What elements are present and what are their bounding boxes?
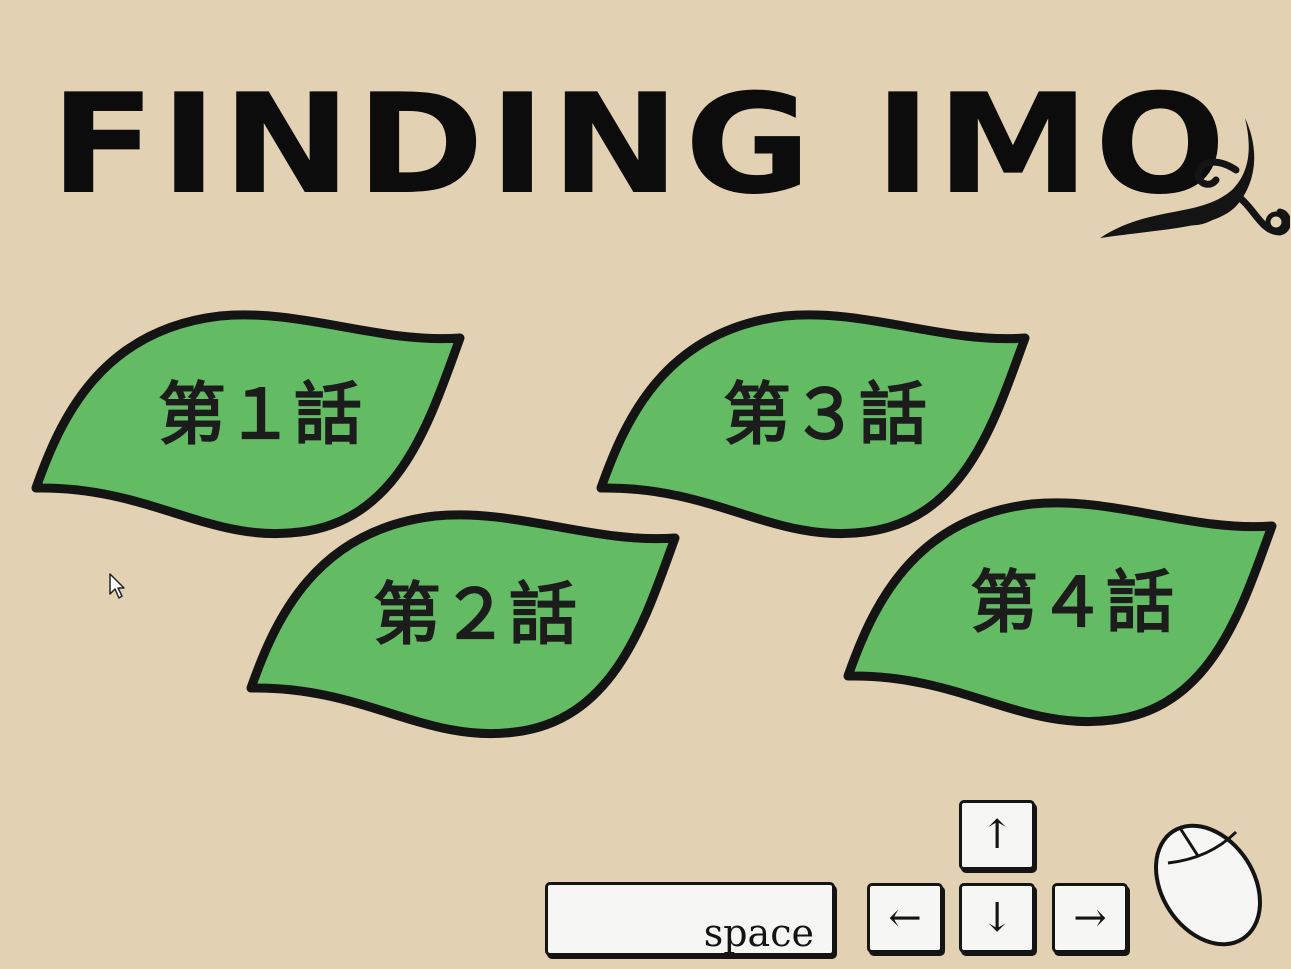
chapter-4-leaf-button[interactable]: 第４話 [842, 488, 1291, 728]
title-screen: FINDING IMO 第１話 第２話 第３話 第４話 space ↑ ← ↓ … [0, 0, 1291, 969]
mouse-cursor-icon [109, 573, 125, 599]
chapter-2-label: 第２話 [372, 575, 577, 655]
down-arrow-key: ↓ [959, 883, 1035, 953]
chapter-3-label: 第３話 [722, 375, 927, 455]
chapter-4-label: 第４話 [969, 563, 1174, 643]
left-arrow-key: ← [867, 883, 943, 953]
right-arrow-key: → [1052, 883, 1128, 953]
up-arrow-key: ↑ [959, 800, 1035, 870]
mouse-icon [1154, 823, 1262, 947]
chapter-1-label: 第１話 [157, 375, 362, 455]
swirl-ornament-icon [1100, 118, 1290, 238]
space-key: space [545, 882, 835, 956]
